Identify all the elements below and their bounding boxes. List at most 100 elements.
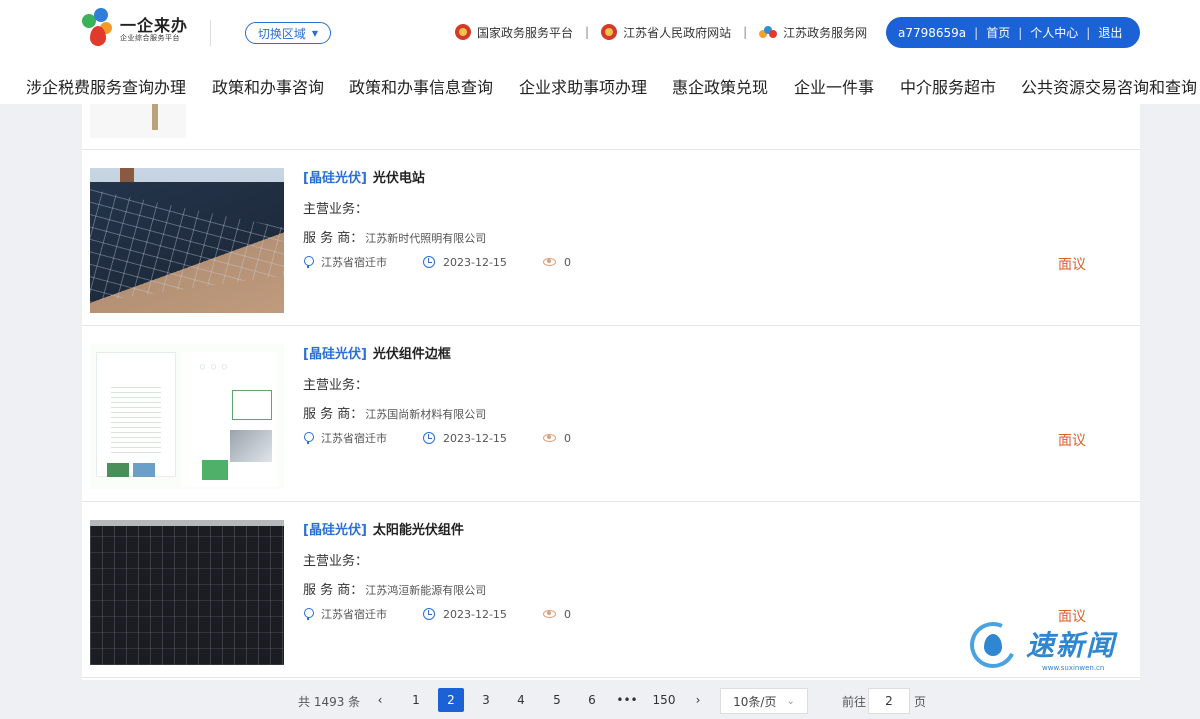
logo-subtitle: 企业综合服务平台: [120, 34, 180, 42]
more-pages-ellipsis[interactable]: •••: [614, 688, 640, 712]
next-page-button[interactable]: ›: [685, 688, 711, 712]
prev-page-button[interactable]: ‹: [367, 688, 393, 712]
product-meta: 江苏省宿迁市 2023-12-15 0: [303, 430, 571, 446]
product-list: [晶硅光伏] 光伏电站 主营业务： 服 务 商： 江苏新时代照明有限公司 江苏省宿迁…: [82, 104, 1140, 680]
eye-icon: [542, 434, 556, 442]
product-name: 光伏组件边框: [372, 347, 451, 362]
page-button-6[interactable]: 6: [579, 688, 605, 712]
external-links: 国家政务服务平台 | 江苏省人民政府网站 | 江苏政务服务网: [455, 20, 867, 44]
page-button-3[interactable]: 3: [473, 688, 499, 712]
nav-item-tax-services[interactable]: 涉企税费服务查询办理: [26, 74, 186, 98]
location: 江苏省宿迁市: [303, 254, 387, 270]
view-count: 0: [542, 431, 571, 445]
page-button-4[interactable]: 4: [508, 688, 534, 712]
user-separator: |: [1018, 25, 1023, 40]
product-thumbnail[interactable]: [90, 520, 284, 665]
location-pin-icon: [303, 432, 314, 444]
news-watermark: 速新闻 www.suxinwen.cn: [963, 615, 1140, 682]
product-title[interactable]: [晶硅光伏] 太阳能光伏组件: [303, 519, 464, 538]
business-label: 主营业务：: [303, 378, 369, 393]
product-tag: [晶硅光伏]: [303, 347, 367, 362]
provider-value: 江苏新时代照明有限公司: [365, 232, 487, 245]
product-title[interactable]: [晶硅光伏] 光伏电站: [303, 167, 425, 186]
pagination: 共 1493 条 ‹ 1 2 3 4 5 6 ••• 150 › 10条/页 ⌄…: [0, 686, 1200, 714]
watermark-logo-icon: [963, 615, 1023, 675]
home-link[interactable]: 首页: [986, 24, 1010, 41]
link-jiangsu-gov-site[interactable]: 江苏省人民政府网站: [601, 24, 731, 41]
clock-icon: [423, 256, 435, 268]
link-label: 江苏省人民政府网站: [623, 25, 732, 40]
personal-center-link[interactable]: 个人中心: [1030, 24, 1078, 41]
publish-date: 2023-12-15: [423, 256, 507, 269]
page-size-value: 10条/页: [733, 694, 777, 709]
location-pin-icon: [303, 608, 314, 620]
nav-item-help-requests[interactable]: 企业求助事项办理: [519, 74, 647, 98]
user-separator: |: [974, 25, 979, 40]
product-tag: [晶硅光伏]: [303, 171, 367, 186]
user-separator: |: [1086, 25, 1091, 40]
list-item[interactable]: [晶硅光伏] 光伏电站 主营业务： 服 务 商： 江苏新时代照明有限公司 江苏省宿迁…: [82, 150, 1140, 326]
provider-label: 服 务 商：: [303, 407, 364, 422]
product-thumbnail[interactable]: [90, 168, 284, 313]
brochure-qr: [202, 460, 228, 480]
provider-label: 服 务 商：: [303, 583, 364, 598]
link-national-gov-service[interactable]: 国家政务服务平台: [455, 24, 573, 41]
product-thumbnail[interactable]: ◦◦◦: [90, 344, 284, 489]
logo-dot-blue: [94, 8, 108, 22]
provider-label: 服 务 商：: [303, 231, 364, 246]
thumbnail-post-shape: [152, 104, 158, 130]
brochure-frame-photo: [230, 430, 272, 462]
nav-item-policy-info[interactable]: 政策和办事信息查询: [349, 74, 493, 98]
product-name: 太阳能光伏组件: [372, 523, 464, 538]
nav-item-policy-fulfillment[interactable]: 惠企政策兑现: [672, 74, 768, 98]
link-jiangsu-gov-service[interactable]: 江苏政务服务网: [759, 24, 867, 41]
location-text: 江苏省宿迁市: [321, 608, 387, 621]
view-count: 0: [542, 256, 571, 269]
page-button-1[interactable]: 1: [403, 688, 429, 712]
link-separator: |: [585, 25, 590, 39]
location: 江苏省宿迁市: [303, 606, 387, 622]
watermark-url: www.suxinwen.cn: [1042, 664, 1105, 672]
business-row: 主营业务：: [303, 198, 368, 217]
views-text: 0: [563, 431, 571, 445]
switch-region-label: 切换区域: [257, 26, 306, 41]
list-item[interactable]: ◦◦◦ [晶硅光伏] 光伏组件边框 主营业务： 服 务 商： 江苏国尚新材料有限公司…: [82, 326, 1140, 502]
date-text: 2023-12-15: [443, 607, 507, 621]
link-separator: |: [743, 25, 748, 39]
product-thumbnail: [90, 104, 186, 138]
list-item-partial[interactable]: [82, 104, 1140, 150]
nav-item-one-thing[interactable]: 企业一件事: [794, 74, 874, 98]
location-text: 江苏省宿迁市: [321, 256, 387, 269]
page-button-5[interactable]: 5: [544, 688, 570, 712]
goto-page-input[interactable]: 2: [868, 688, 910, 714]
logout-link[interactable]: 退出: [1098, 24, 1122, 41]
brochure-photo-1: [107, 463, 129, 477]
provider-row: 服 务 商： 江苏国尚新材料有限公司: [303, 403, 486, 422]
thumbnail-brochure: ◦◦◦: [90, 344, 284, 489]
nav-item-agency-market[interactable]: 中介服务超市: [900, 74, 996, 98]
nav-item-public-resources[interactable]: 公共资源交易咨询和查询: [1021, 74, 1197, 98]
price-negotiable: 面议: [1058, 433, 1086, 449]
page-size-select[interactable]: 10条/页 ⌄: [720, 688, 808, 714]
publish-date: 2023-12-15: [423, 432, 507, 445]
username-link[interactable]: a7798659a: [898, 26, 966, 40]
site-logo[interactable]: 一企来办 企业综合服务平台: [82, 8, 192, 52]
goto-label: 前往: [842, 695, 867, 709]
switch-region-button[interactable]: 切换区域 ▼: [245, 22, 331, 44]
user-bar: a7798659a | 首页 | 个人中心 | 退出: [886, 17, 1140, 48]
chevron-down-icon: ⌄: [786, 695, 795, 707]
page-button-2-active[interactable]: 2: [438, 688, 464, 712]
eye-icon: [542, 258, 556, 266]
product-name: 光伏电站: [372, 171, 425, 186]
product-meta: 江苏省宿迁市 2023-12-15 0: [303, 254, 571, 270]
provider-row: 服 务 商： 江苏新时代照明有限公司: [303, 227, 486, 246]
watermark-drop: [984, 634, 1002, 656]
business-label: 主营业务：: [303, 554, 369, 569]
brochure-left-page: [96, 352, 176, 477]
product-title[interactable]: [晶硅光伏] 光伏组件边框: [303, 343, 451, 362]
page-button-150[interactable]: 150: [650, 688, 678, 712]
location: 江苏省宿迁市: [303, 430, 387, 446]
nav-item-policy-consult[interactable]: 政策和办事咨询: [212, 74, 324, 98]
total-count: 共 1493 条: [298, 695, 361, 709]
price-negotiable: 面议: [1058, 257, 1086, 273]
